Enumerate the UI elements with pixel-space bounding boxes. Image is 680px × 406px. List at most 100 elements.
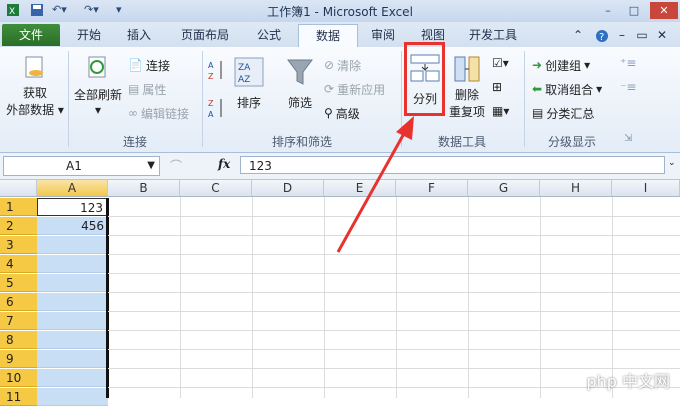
- title-bar: X ↶▾ ↷▾ ▾ 工作簿1 - Microsoft Excel – □ ✕: [0, 0, 680, 23]
- row-header[interactable]: 7: [0, 312, 37, 330]
- group-label-outline: 分级显示: [547, 135, 596, 149]
- cell-a10[interactable]: [37, 369, 108, 387]
- cell-a11[interactable]: [37, 388, 108, 406]
- hide-detail-icon[interactable]: ⁻≡: [620, 80, 636, 94]
- name-box[interactable]: A1 ▼: [3, 156, 160, 176]
- row-header[interactable]: 9: [0, 350, 37, 368]
- cell-a4[interactable]: [37, 255, 108, 273]
- svg-text:A: A: [208, 61, 214, 70]
- insert-function-icon[interactable]: fx: [218, 157, 230, 171]
- formula-bar-resize-icon[interactable]: ⌒: [170, 157, 182, 174]
- tab-insert[interactable]: 插入: [116, 24, 162, 46]
- ribbon-tabs: 文件 开始 插入 页面布局 公式 数据 审阅 视图 开发工具 ⌃ ? – ▭ ✕: [0, 22, 680, 48]
- sort-button[interactable]: ZA AZ 排序: [232, 57, 266, 111]
- maximize-button[interactable]: □: [622, 2, 646, 19]
- name-box-dropdown-icon[interactable]: ▼: [147, 157, 155, 175]
- cell-a8[interactable]: [37, 331, 108, 349]
- cell-a3[interactable]: [37, 236, 108, 254]
- refresh-all-button[interactable]: 全部刷新 ▾: [72, 55, 124, 117]
- group-button[interactable]: ➜ 创建组 ▾: [532, 56, 590, 74]
- consolidate-button[interactable]: ⊞: [492, 80, 502, 94]
- tab-developer[interactable]: 开发工具: [458, 24, 528, 46]
- connections-button[interactable]: 📄 连接: [128, 56, 170, 74]
- formula-input[interactable]: 123: [240, 156, 665, 174]
- separator: [202, 51, 203, 147]
- gridline: [540, 197, 541, 398]
- column-header-c[interactable]: C: [180, 180, 252, 197]
- column-header-i[interactable]: I: [612, 180, 680, 197]
- column-header-b[interactable]: B: [108, 180, 180, 197]
- remove-duplicates-label-1: 删除: [454, 88, 479, 102]
- gridline: [180, 197, 181, 398]
- connections-label: 连接: [145, 58, 170, 73]
- subtotal-button[interactable]: ▤ 分类汇总: [532, 104, 594, 122]
- select-all-corner[interactable]: [0, 180, 37, 197]
- tab-home[interactable]: 开始: [66, 24, 112, 46]
- filter-button[interactable]: 筛选: [280, 57, 320, 111]
- edit-links-button[interactable]: ∞ 编辑链接: [128, 104, 189, 122]
- reapply-icon: ⟳: [324, 82, 335, 96]
- data-validation-button[interactable]: ☑▾: [492, 56, 509, 70]
- clear-filter-button[interactable]: ⊘ 清除: [324, 56, 361, 74]
- svg-text:?: ?: [599, 32, 604, 43]
- annotation-highlight-box: [404, 42, 445, 116]
- properties-button[interactable]: ▤ 属性: [128, 80, 166, 98]
- column-header-h[interactable]: H: [540, 180, 612, 197]
- cell-a5[interactable]: [37, 274, 108, 292]
- cell-a6[interactable]: [37, 293, 108, 311]
- help-icon[interactable]: ?: [594, 24, 610, 46]
- data-validation-icon: ☑▾: [492, 56, 509, 70]
- gridline: [252, 197, 253, 398]
- doc-close-icon[interactable]: ✕: [654, 24, 670, 46]
- tab-page-layout[interactable]: 页面布局: [170, 24, 240, 46]
- row-header[interactable]: 5: [0, 274, 37, 292]
- row-header[interactable]: 11: [0, 388, 37, 406]
- cell-a2[interactable]: 456: [37, 217, 108, 235]
- sort-ascending-icon: AZ: [208, 61, 222, 81]
- row-header[interactable]: 4: [0, 255, 37, 273]
- ribbon-minimize-icon[interactable]: ⌃: [570, 24, 586, 46]
- row-header[interactable]: 3: [0, 236, 37, 254]
- row-header[interactable]: 2: [0, 217, 37, 235]
- row-header[interactable]: 1: [0, 198, 37, 216]
- sort-za-button[interactable]: ZA: [208, 97, 226, 122]
- cell-a7[interactable]: [37, 312, 108, 330]
- tab-review[interactable]: 审阅: [360, 24, 406, 46]
- doc-restore-icon[interactable]: ▭: [634, 24, 650, 46]
- tab-data[interactable]: 数据: [298, 24, 358, 48]
- gridline: [324, 197, 325, 398]
- doc-minimize-icon[interactable]: –: [614, 24, 630, 46]
- column-header-d[interactable]: D: [252, 180, 324, 197]
- outline-dialog-launcher-icon[interactable]: ⇲: [624, 133, 632, 144]
- column-header-a[interactable]: A: [37, 180, 108, 197]
- row-header[interactable]: 8: [0, 331, 37, 349]
- column-header-g[interactable]: G: [468, 180, 540, 197]
- gridline: [468, 197, 469, 398]
- get-external-data-button[interactable]: 获取 外部数据 ▾: [6, 55, 64, 118]
- remove-duplicates-button[interactable]: 删除 重复项: [448, 55, 486, 120]
- consolidate-icon: ⊞: [492, 80, 503, 94]
- cell-a1[interactable]: 123: [37, 198, 108, 216]
- tab-file[interactable]: 文件: [2, 24, 60, 46]
- minimize-button[interactable]: –: [596, 2, 620, 19]
- expand-formula-bar-icon[interactable]: ⌄: [668, 158, 676, 168]
- ungroup-icon: ⬅: [532, 82, 543, 96]
- ungroup-button[interactable]: ⬅ 取消组合 ▾: [532, 80, 602, 98]
- sort-az-button[interactable]: AZ: [208, 59, 226, 84]
- reapply-button[interactable]: ⟳ 重新应用: [324, 80, 385, 98]
- cell-a9[interactable]: [37, 350, 108, 368]
- subtotal-label: 分类汇总: [546, 106, 595, 121]
- close-button[interactable]: ✕: [650, 2, 678, 19]
- row-header[interactable]: 6: [0, 293, 37, 311]
- row-header[interactable]: 10: [0, 369, 37, 387]
- tab-formulas[interactable]: 公式: [246, 24, 292, 46]
- show-detail-icon[interactable]: ⁺≡: [620, 56, 636, 70]
- what-if-button[interactable]: ▦▾: [492, 104, 509, 118]
- group-label: 创建组: [545, 58, 582, 73]
- remove-duplicates-icon: [454, 56, 480, 82]
- refresh-all-label: 全部刷新: [73, 88, 122, 102]
- what-if-icon: ▦▾: [492, 104, 510, 118]
- edit-links-label: 编辑链接: [141, 106, 190, 121]
- gridline: [108, 349, 680, 350]
- properties-label: 属性: [142, 82, 167, 97]
